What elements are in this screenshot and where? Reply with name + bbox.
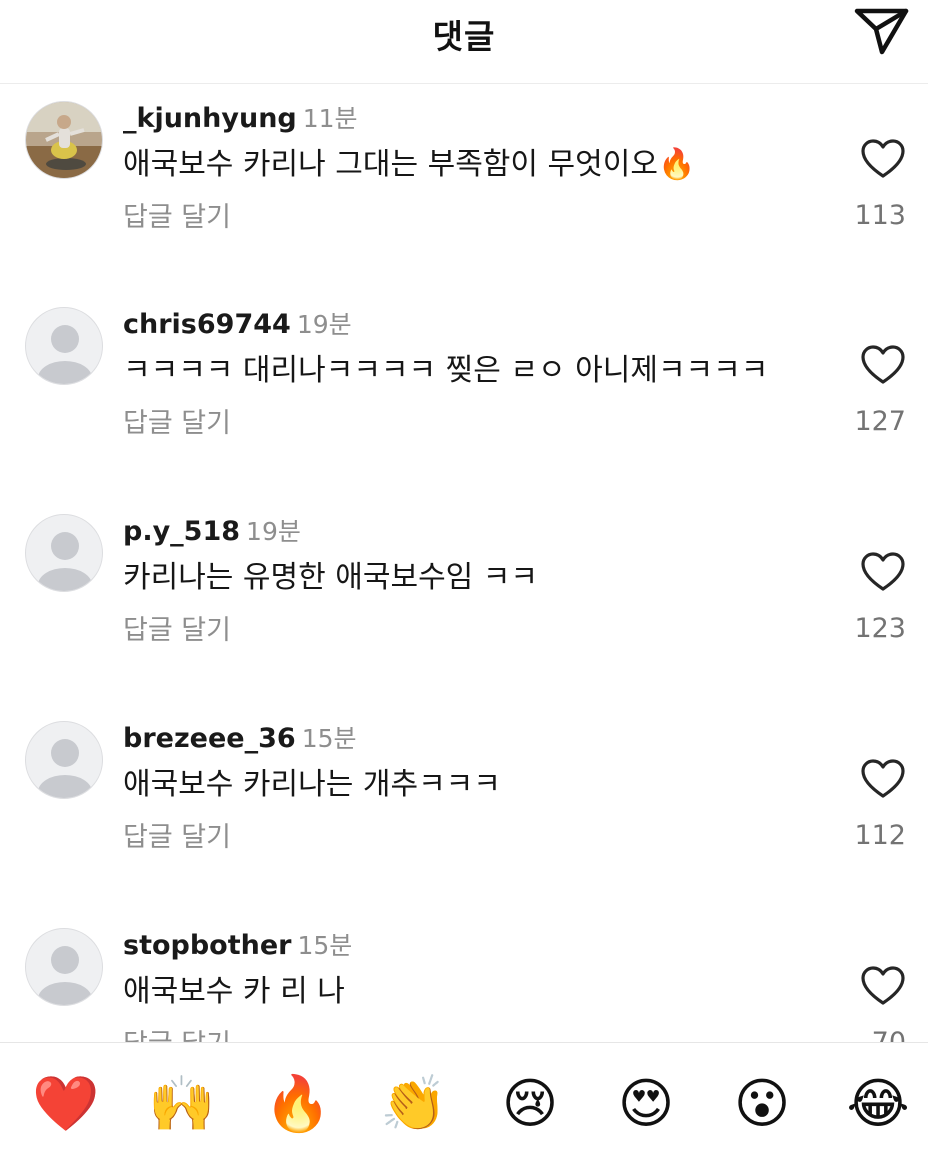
like-count: 127: [854, 406, 906, 437]
timestamp: 15분: [301, 724, 357, 753]
like-count: 123: [854, 613, 906, 644]
avatar[interactable]: [25, 307, 103, 385]
reply-button[interactable]: 답글 달기: [123, 200, 231, 236]
like-count: 112: [854, 820, 906, 851]
emoji-fire-button[interactable]: 🔥: [263, 1069, 333, 1139]
timestamp: 19분: [296, 310, 352, 339]
avatar[interactable]: [25, 721, 103, 799]
paper-plane-icon: [854, 8, 909, 55]
like-count: 113: [854, 200, 906, 231]
reply-button[interactable]: 답글 달기: [123, 613, 231, 649]
comment-text: 애국보수 카리나는 개추ㅋㅋㅋ: [123, 767, 501, 802]
avatar[interactable]: [25, 101, 103, 179]
like-button[interactable]: [860, 551, 906, 593]
username[interactable]: stopbother: [123, 930, 292, 961]
like-button[interactable]: [860, 965, 906, 1007]
emoji-tears-of-joy-button[interactable]: 😂: [843, 1069, 913, 1139]
emoji-surprised-face-button[interactable]: 😮: [727, 1069, 797, 1139]
default-avatar-icon: [38, 325, 92, 384]
comment-text: 애국보수 카 리 나: [123, 974, 345, 1009]
comment-item: brezeee_36 15분 애국보수 카리나는 개추ㅋㅋㅋ 답글 달기 112: [0, 704, 928, 904]
like-count: 70: [872, 1025, 906, 1042]
comment-text: ㅋㅋㅋㅋ 대리나ㅋㅋㅋㅋ 찢은 ㄹㅇ 아니제ㅋㅋㅋㅋ: [123, 353, 769, 388]
heart-icon: [861, 552, 905, 591]
username[interactable]: p.y_518: [123, 516, 240, 547]
heart-icon: [861, 345, 905, 384]
default-avatar-icon: [38, 739, 92, 798]
timestamp: 11분: [302, 104, 358, 133]
emoji-crying-face-button[interactable]: 😢: [495, 1069, 565, 1139]
like-button[interactable]: [860, 138, 906, 180]
reply-button[interactable]: 답글 달기: [123, 820, 231, 856]
heart-icon: [861, 759, 905, 798]
comment-text: 카리나는 유명한 애국보수임 ㅋㅋ: [123, 560, 539, 595]
comments-header: 댓글: [0, 0, 928, 84]
comment-list: _kjunhyung 11분 애국보수 카리나 그대는 부족함이 무엇이오🔥 답글…: [0, 84, 928, 1042]
username[interactable]: _kjunhyung: [123, 103, 297, 134]
timestamp: 19분: [246, 517, 301, 546]
share-button[interactable]: [852, 4, 912, 56]
timestamp: 15분: [297, 931, 353, 960]
comment-item: chris69744 19분 ㅋㅋㅋㅋ 대리나ㅋㅋㅋㅋ 찢은 ㄹㅇ 아니제ㅋㅋㅋㅋ…: [0, 290, 928, 490]
like-button[interactable]: [860, 758, 906, 800]
comment-item: stopbother15분 애국보수 카 리 나 답글 달기 70: [0, 911, 928, 1042]
emoji-red-heart-button[interactable]: ❤️: [31, 1069, 101, 1139]
username[interactable]: brezeee_36: [123, 723, 296, 754]
comment-meta: _kjunhyung 11분: [123, 102, 358, 139]
heart-icon: [861, 966, 905, 1005]
emoji-raising-hands-button[interactable]: 🙌: [147, 1069, 217, 1139]
emoji-clapping-hands-button[interactable]: 👏: [379, 1069, 449, 1139]
comment-meta: brezeee_36 15분: [123, 722, 357, 759]
emoji-heart-eyes-button[interactable]: 😍: [611, 1069, 681, 1139]
reply-button[interactable]: 답글 달기: [123, 406, 231, 442]
username[interactable]: chris69744: [123, 309, 291, 340]
like-button[interactable]: [860, 344, 906, 386]
default-avatar-icon: [38, 532, 92, 591]
avatar[interactable]: [25, 514, 103, 592]
comment-meta: stopbother 15분: [123, 929, 352, 966]
comment-text: 애국보수 카리나 그대는 부족함이 무엇이오🔥: [123, 147, 696, 182]
comment-item: _kjunhyung 11분 애국보수 카리나 그대는 부족함이 무엇이오🔥 답글…: [0, 84, 928, 284]
comment-meta: p.y_518 19분: [123, 515, 301, 552]
user-photo-avatar: [26, 102, 102, 178]
heart-icon: [861, 139, 905, 178]
page-title: 댓글: [432, 17, 496, 56]
comment-item: p.y_518 19분 카리나는 유명한 애국보수임 ㅋㅋ 답글 달기 123: [0, 497, 928, 697]
default-avatar-icon: [38, 946, 92, 1005]
avatar[interactable]: [25, 928, 103, 1006]
comment-meta: chris69744 19분: [123, 308, 352, 345]
reply-button[interactable]: 답글 달기: [123, 1027, 231, 1042]
emoji-reaction-bar: ❤️ 🙌 🔥 👏 😢 😍 😮 😂: [0, 1042, 928, 1172]
